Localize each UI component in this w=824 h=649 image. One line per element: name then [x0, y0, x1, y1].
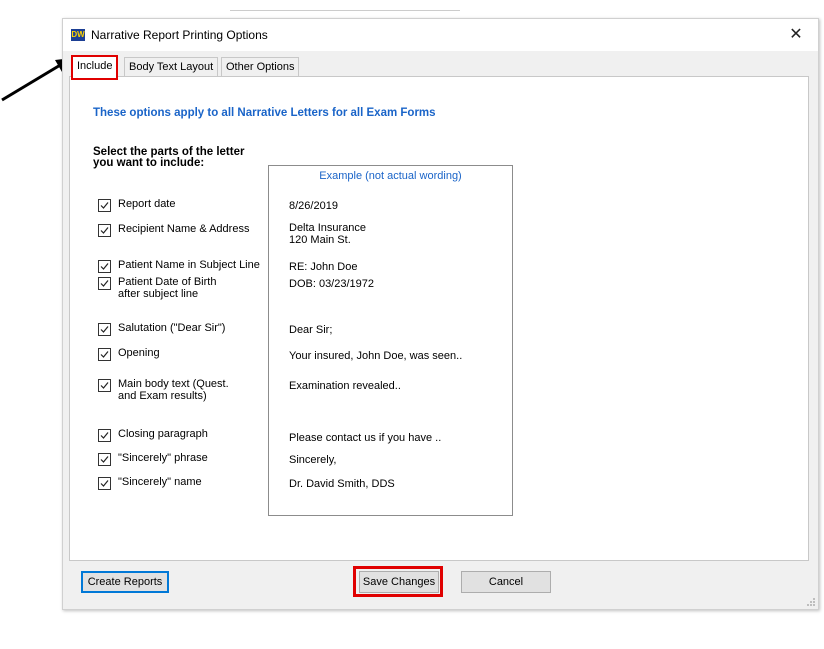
option-label-line2: after subject line	[118, 288, 199, 300]
example-body: Examination revealed..	[289, 380, 401, 392]
example-subject: RE: John Doe	[289, 261, 358, 273]
example-recipient: Delta Insurance 120 Main St.	[289, 222, 366, 246]
example-closing: Please contact us if you have ..	[289, 432, 442, 444]
option-label: Recipient Name & Address	[118, 223, 250, 235]
cancel-button[interactable]: Cancel	[461, 571, 551, 593]
option-label: Main body text (Quest. and Exam results)	[118, 378, 229, 402]
tab-body-text-layout[interactable]: Body Text Layout	[124, 57, 219, 76]
example-dob: DOB: 03/23/1972	[289, 278, 375, 290]
panel-heading: These options apply to all Narrative Let…	[93, 107, 436, 119]
checkbox-sincerely-phrase[interactable]	[98, 453, 111, 466]
example-recipient-line2: 120 Main St.	[289, 234, 351, 246]
option-label: Patient Name in Subject Line	[118, 259, 260, 271]
checkbox-closing[interactable]	[98, 429, 111, 442]
option-label: Report date	[118, 198, 176, 210]
example-salutation: Dear Sir;	[289, 324, 333, 336]
option-label: Opening	[118, 347, 160, 359]
option-label: Salutation ("Dear Sir")	[118, 322, 226, 334]
title-bar: DW Narrative Report Printing Options ✕	[63, 19, 818, 51]
example-sincerely: Sincerely,	[289, 454, 337, 466]
checkbox-sincerely-name[interactable]	[98, 477, 111, 490]
select-parts-label: Select the parts of the letter you want …	[93, 146, 283, 169]
example-recipient-line1: Delta Insurance	[289, 222, 367, 234]
checkbox-patient-name[interactable]	[98, 260, 111, 273]
checkbox-report-date[interactable]	[98, 199, 111, 212]
dialog-window: DW Narrative Report Printing Options ✕ I…	[62, 18, 819, 610]
example-title: Example (not actual wording)	[319, 170, 462, 182]
tab-other-options[interactable]: Other Options	[221, 57, 300, 76]
close-button[interactable]: ✕	[774, 19, 818, 51]
app-icon: DW	[71, 29, 85, 41]
option-label-line1: Main body text (Quest.	[118, 378, 229, 390]
example-opening: Your insured, John Doe, was seen..	[289, 350, 463, 362]
checkbox-opening[interactable]	[98, 348, 111, 361]
example-date: 8/26/2019	[289, 200, 338, 212]
window-title: Narrative Report Printing Options	[91, 28, 268, 42]
resize-grip-icon[interactable]	[806, 597, 816, 607]
checkbox-patient-dob[interactable]	[98, 277, 111, 290]
option-label: Patient Date of Birth after subject line	[118, 276, 216, 300]
create-reports-button[interactable]: Create Reports	[81, 571, 169, 593]
checkbox-salutation[interactable]	[98, 323, 111, 336]
option-label: Closing paragraph	[118, 428, 208, 440]
tab-include[interactable]: Include	[71, 55, 119, 80]
option-label: "Sincerely" phrase	[118, 452, 208, 464]
option-label: "Sincerely" name	[118, 476, 202, 488]
example-signature: Dr. David Smith, DDS	[289, 478, 395, 490]
select-label-line2: you want to include:	[93, 157, 205, 169]
option-label-line2: and Exam results)	[118, 390, 207, 402]
save-highlight-outline	[353, 566, 443, 597]
example-preview: Example (not actual wording) 8/26/2019 D…	[268, 165, 513, 516]
checkbox-recipient[interactable]	[98, 224, 111, 237]
option-label-line1: Patient Date of Birth	[118, 276, 217, 288]
checkbox-main-body[interactable]	[98, 379, 111, 392]
include-tab-panel: These options apply to all Narrative Let…	[69, 76, 809, 561]
